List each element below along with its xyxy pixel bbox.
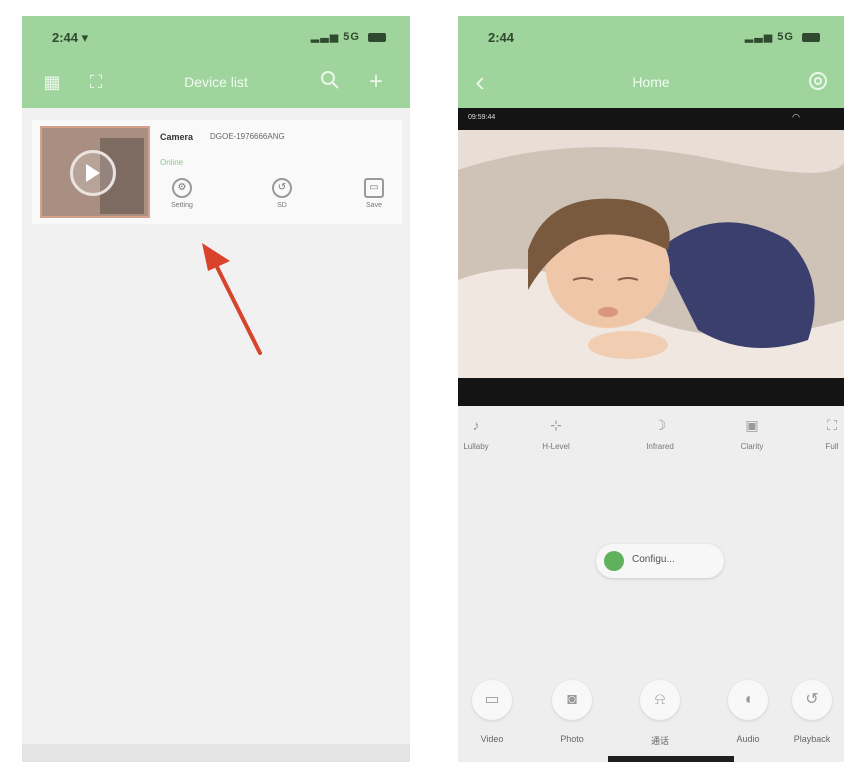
moon-icon: ☽ [653,417,667,433]
bottom-strip [22,744,410,762]
bell-icon: ⍾ [640,680,680,720]
battery-icon [368,32,386,42]
setting-button[interactable]: ⚙ Setting [158,178,206,209]
device-status: Online [160,158,184,167]
video-wifi-icon: ◠ [792,112,800,122]
gear-icon[interactable] [806,70,830,94]
history-icon: ↺ [792,680,832,720]
configure-button[interactable]: Configu... [596,544,724,578]
full-label: Full [825,442,839,451]
sd-button[interactable]: ↺ SD [258,178,306,209]
audio-label: Audio [736,734,760,744]
speaker-icon: ◖ [728,680,768,720]
h-level-label: H-Level [542,442,570,451]
photo-button[interactable]: ◙ Photo [540,680,604,744]
lullaby-label: Lullaby [463,442,489,451]
playback-button[interactable]: ↺ Playback [780,680,844,744]
home-indicator [608,756,734,762]
music-icon: ♪ [472,417,480,433]
infrared-control[interactable]: ☽ Infrared [624,416,696,451]
level-icon: ⊹ [550,417,562,433]
setting-label: Setting [171,202,193,209]
nav-bar: ▦ ⛶ Device list + [22,58,410,108]
video-label: Video [480,734,504,744]
h-level-control[interactable]: ⊹ H-Level [520,416,592,451]
photo-label: Photo [560,734,584,744]
red-arrow-annotation [202,243,262,355]
config-icon [604,551,624,571]
video-icon: ▭ [472,680,512,720]
device-card[interactable]: Camera DGOE-1976666ANG Online ⚙ Setting … [32,120,402,224]
status-icons: ▂▃▅ 5G [745,30,820,43]
playback-label: Playback [793,734,831,744]
save-label: Save [366,202,382,209]
play-icon [86,164,100,182]
video-frame [458,130,844,378]
nav-bar: ‹ Home [458,58,844,108]
status-bar: 2:44 ▂▃▅ 5G [458,16,844,58]
network-label: 5G [343,31,360,43]
clarity-control[interactable]: ▣ Clarity [716,416,788,451]
device-thumbnail[interactable] [40,126,150,218]
fullscreen-icon: ⛶ [827,417,837,433]
folder-icon: ▭ [364,178,384,198]
search-icon[interactable] [318,70,342,94]
live-video[interactable]: 09:59:44 ◠ [458,108,844,406]
full-control[interactable]: ⛶ Full [796,416,844,451]
bottom-action-bar: ▭ Video ◙ Photo ⍾ 通话 ◖ Audio ↺ Playback [458,680,844,762]
audio-button[interactable]: ◖ Audio [716,680,780,744]
battery-icon [802,32,820,42]
control-row: ♪ Lullaby ⊹ H-Level ☽ Infrared ▣ Clarity… [458,416,844,464]
clarity-label: Clarity [740,442,764,451]
network-label: 5G [777,31,794,43]
page-title: Device list [184,74,248,90]
page-title: Home [632,74,670,90]
sleeping-baby-image [458,130,844,378]
save-button[interactable]: ▭ Save [350,178,398,209]
video-button[interactable]: ▭ Video [460,680,524,744]
signal-icon: ▂▃▅ [744,31,774,43]
talk-button[interactable]: ⍾ 通话 [628,680,692,747]
infrared-label: Infrared [646,442,674,451]
status-time: 2:44 [488,30,515,45]
sd-label: SD [277,202,287,209]
camera-icon: ◙ [552,680,592,720]
device-name: Camera [160,132,194,142]
device-list-screen: 2:44 ▾ ▂▃▅ 5G ▦ ⛶ Device list + Camera D… [22,16,410,762]
talk-label: 通话 [650,736,669,746]
lullaby-control[interactable]: ♪ Lullaby [458,416,512,451]
gear-icon: ⚙ [172,178,192,198]
history-icon: ↺ [272,178,292,198]
hd-icon: ▣ [745,417,759,433]
configure-label: Configu... [632,554,675,565]
device-id: DGOE-1976666ANG [210,132,285,141]
signal-icon: ▂▃▅ [310,31,340,43]
plus-icon[interactable]: + [364,70,388,94]
status-bar: 2:44 ▾ ▂▃▅ 5G [22,16,410,58]
video-timestamp: 09:59:44 [468,114,496,121]
home-screen: 2:44 ▂▃▅ 5G ‹ Home 09:59:44 ◠ ♪ Lullaby … [458,16,844,762]
status-icons: ▂▃▅ 5G [311,30,386,43]
status-time: 2:44 ▾ [52,30,89,45]
